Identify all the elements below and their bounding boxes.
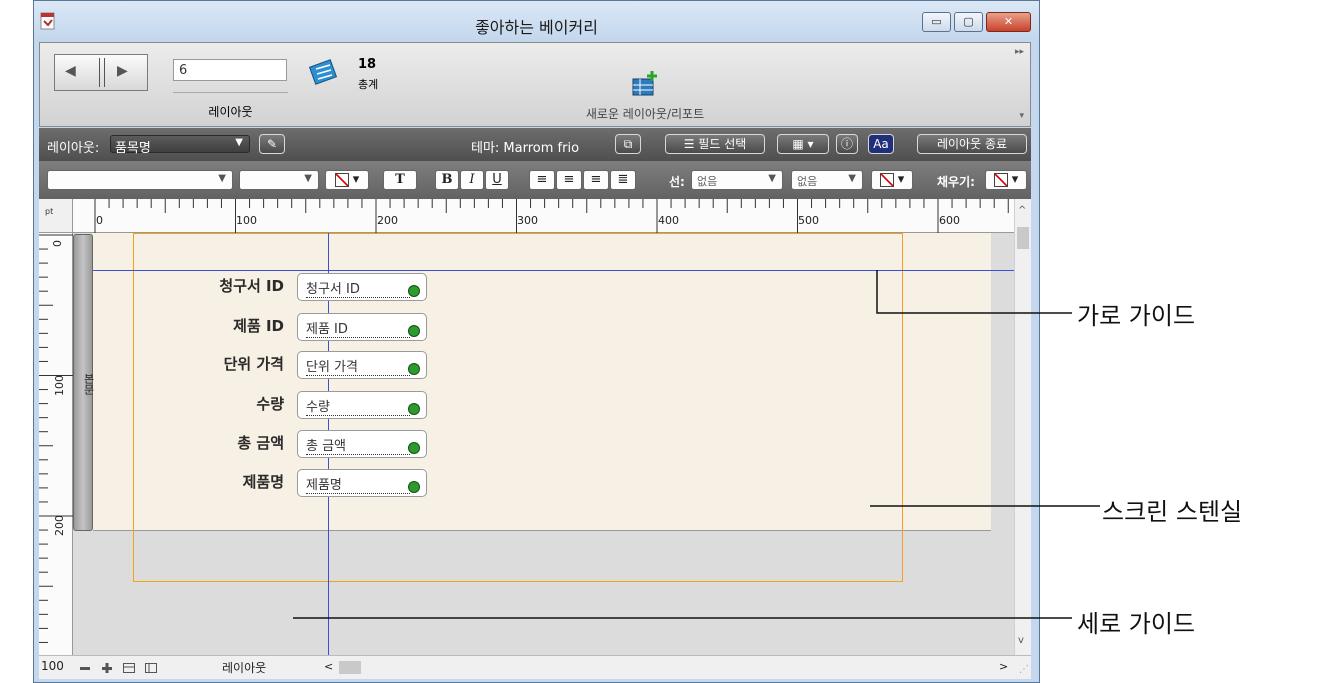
callout-vertical-guide: 세로 가이드: [1077, 610, 1196, 638]
callout-horizontal-guide: 가로 가이드: [1077, 302, 1196, 330]
callout-line-horizontal-guide: [876, 270, 1072, 314]
callout-screen-stencil: 스크린 스텐실: [1102, 498, 1243, 526]
callout-lines: [293, 270, 1100, 619]
